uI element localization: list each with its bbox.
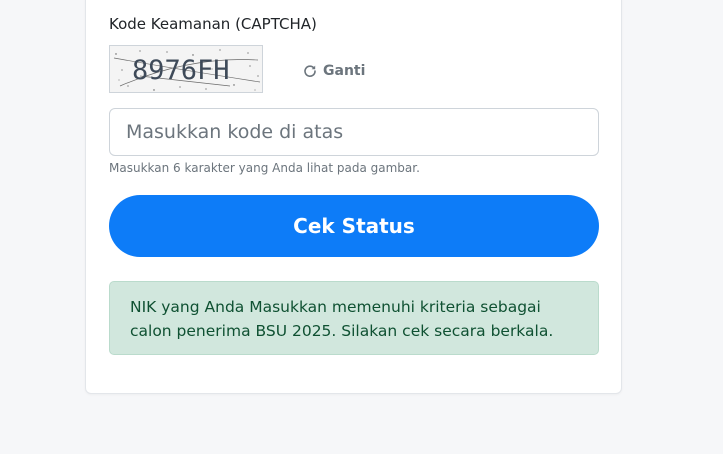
captcha-input[interactable]	[109, 108, 599, 156]
captcha-help-text: Masukkan 6 karakter yang Anda lihat pada…	[109, 161, 420, 175]
refresh-icon	[303, 64, 317, 78]
check-status-button[interactable]: Cek Status	[109, 195, 599, 257]
captcha-code: 8976FH	[132, 55, 230, 86]
captcha-image: 8976FH	[109, 45, 263, 93]
result-alert: NIK yang Anda Masukkan memenuhi kriteria…	[109, 281, 599, 355]
refresh-captcha-label: Ganti	[323, 63, 366, 79]
refresh-captcha-button[interactable]: Ganti	[303, 63, 365, 79]
captcha-label: Kode Keamanan (CAPTCHA)	[109, 15, 317, 33]
